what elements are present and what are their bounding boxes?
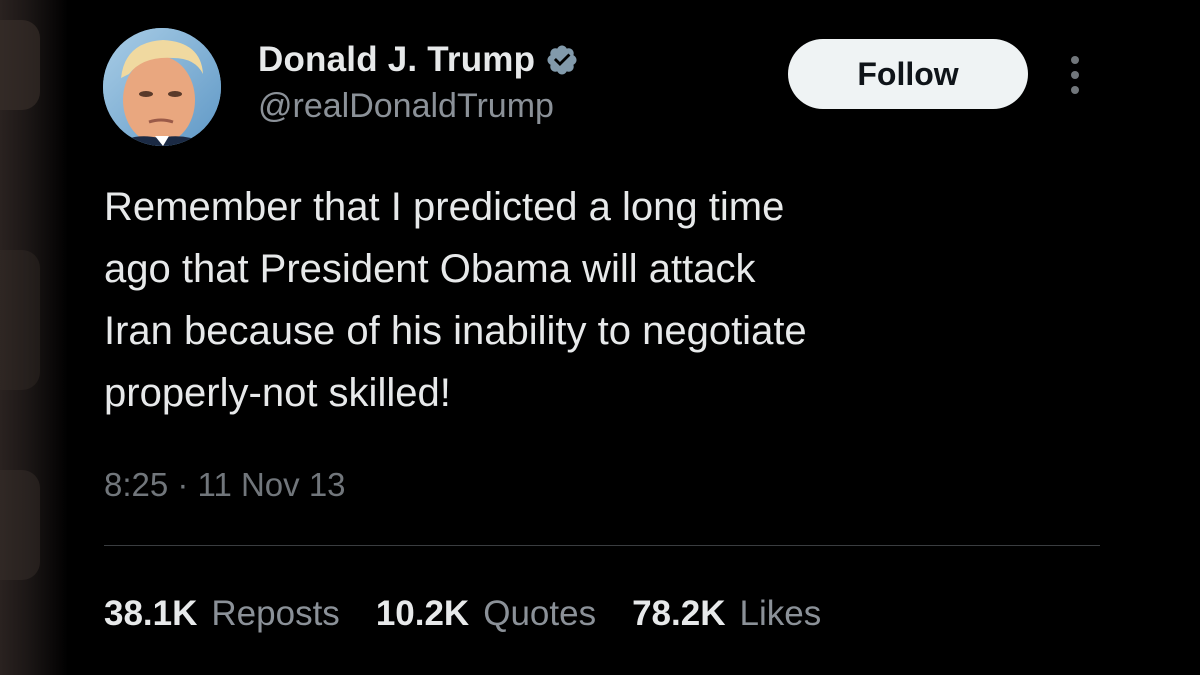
display-name[interactable]: Donald J. Trump [258, 40, 535, 80]
edge-shadow [0, 250, 40, 390]
tweet-timestamp[interactable]: 8:25 · 11 Nov 13 [104, 466, 346, 504]
likes-count: 78.2K [632, 594, 726, 633]
reposts-label: Reposts [211, 594, 340, 633]
likes-stat[interactable]: 78.2K Likes [632, 594, 821, 634]
edge-shadow [0, 20, 40, 110]
divider [104, 545, 1100, 546]
follow-button[interactable]: Follow [788, 39, 1028, 109]
tweet-card: Donald J. Trump @realDonaldTrump Follow … [0, 0, 1200, 675]
profile-photo-icon [103, 28, 221, 146]
more-options-icon[interactable] [1062, 54, 1088, 96]
user-handle[interactable]: @realDonaldTrump [258, 87, 554, 126]
tweet-text-line: ago that President Obama will attack [104, 247, 756, 291]
likes-label: Likes [739, 594, 822, 633]
edge-shadow [0, 470, 40, 580]
quotes-stat[interactable]: 10.2K Quotes [376, 594, 596, 634]
engagement-stats: 38.1K Reposts 10.2K Quotes 78.2K Likes [104, 594, 857, 634]
tweet-text-line: properly-not skilled! [104, 371, 451, 415]
avatar[interactable] [103, 28, 221, 146]
reposts-stat[interactable]: 38.1K Reposts [104, 594, 340, 634]
quotes-count: 10.2K [375, 594, 470, 633]
author-name-row[interactable]: Donald J. Trump [258, 38, 579, 82]
tweet-text-line: Remember that I predicted a long time [104, 185, 785, 229]
tweet-text: Remember that I predicted a long time ag… [104, 176, 1084, 424]
photo-edge-strip [0, 0, 68, 675]
reposts-count: 38.1K [104, 594, 198, 633]
quotes-label: Quotes [483, 594, 597, 633]
tweet-text-line: Iran because of his inability to negotia… [104, 309, 807, 353]
verified-badge-icon [545, 43, 579, 77]
